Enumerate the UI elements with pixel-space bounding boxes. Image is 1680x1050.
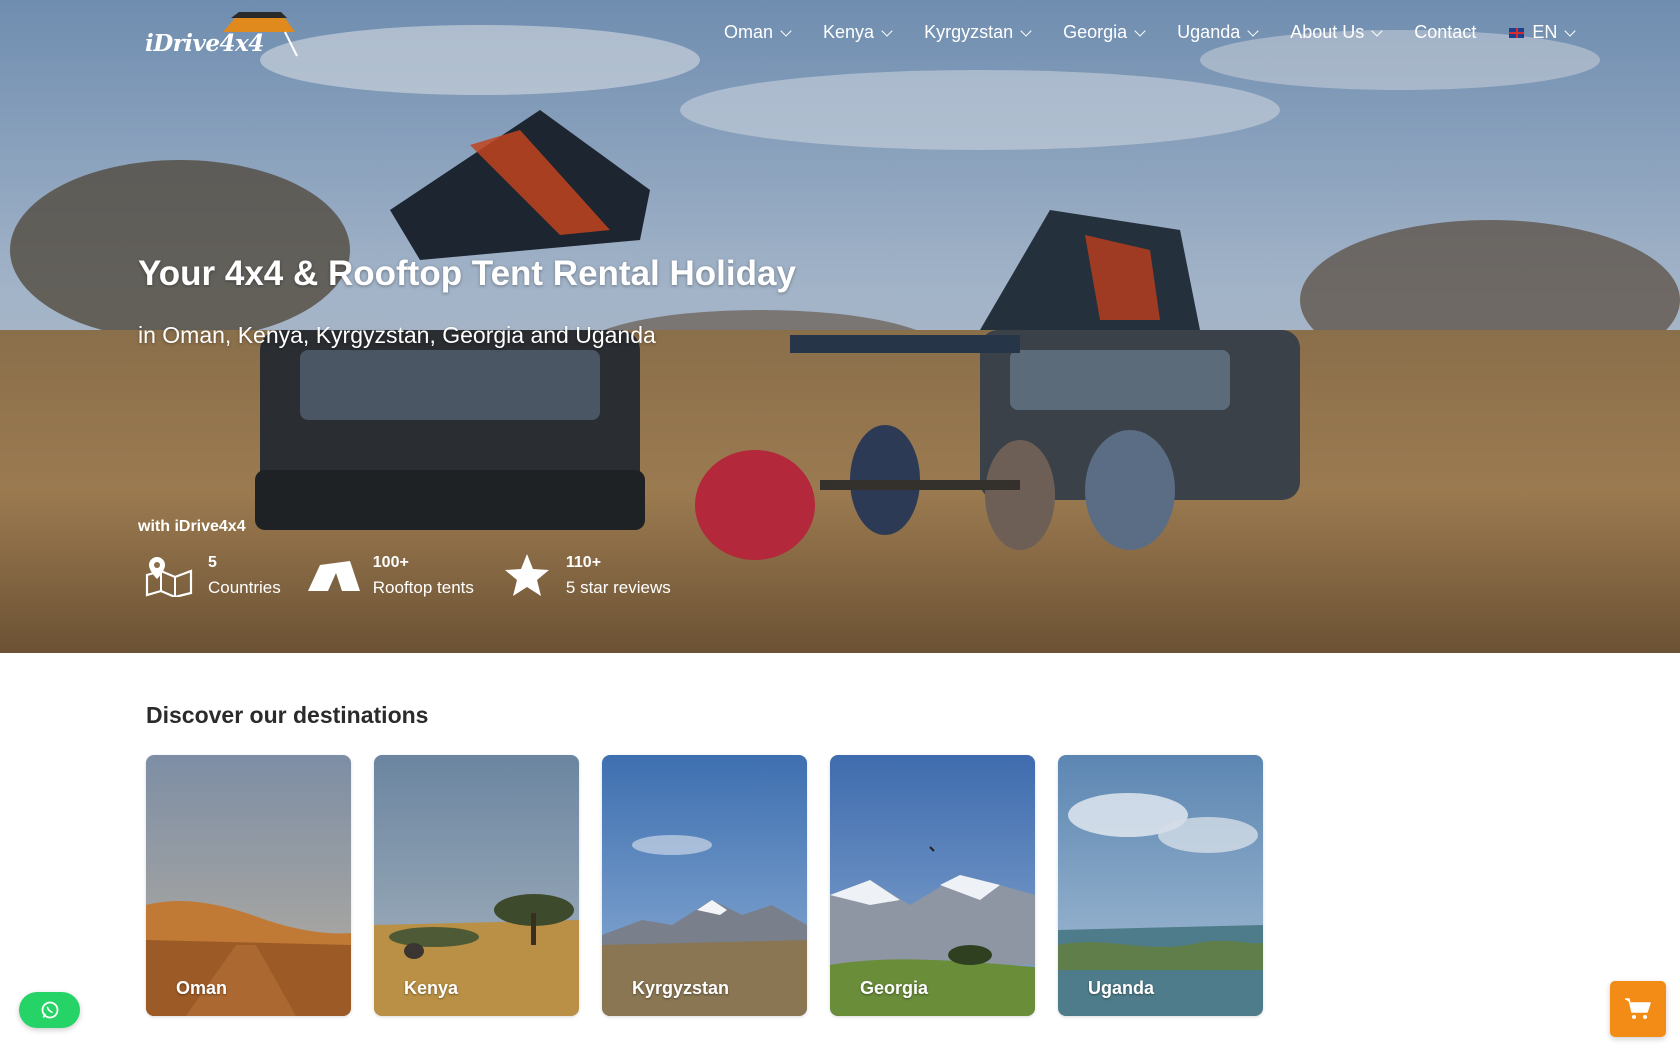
star-icon <box>496 551 558 599</box>
main-menu: Oman Kenya Kyrgyzstan Georgia Uganda Abo… <box>724 22 1607 43</box>
nav-item-kenya[interactable]: Kenya <box>823 22 893 43</box>
destination-card-kenya[interactable]: Kenya <box>374 755 579 1016</box>
cart-icon <box>1625 998 1651 1019</box>
hero-stats: 5 Countries 100+ Rooftop tents 110+ 5 st… <box>138 550 693 600</box>
with-brand-label: with iDrive4x4 <box>138 518 246 535</box>
stat-number: 100+ <box>372 554 409 571</box>
destination-label: Kenya <box>404 978 459 998</box>
chevron-down-icon <box>780 24 792 37</box>
destination-card-georgia[interactable]: Georgia <box>830 755 1035 1016</box>
nav-item-georgia[interactable]: Georgia <box>1063 22 1146 43</box>
destination-image-kenya <box>374 755 579 1016</box>
stat-label: Countries <box>208 578 281 597</box>
nav-item-kyrgyzstan[interactable]: Kyrgyzstan <box>924 22 1032 43</box>
stat-reviews: 110+ 5 star reviews <box>496 550 671 600</box>
destination-label: Oman <box>176 978 228 998</box>
chevron-down-icon <box>1371 24 1383 37</box>
destination-label: Georgia <box>860 978 929 998</box>
stat-number: 110+ <box>565 554 602 571</box>
nav-item-label: Georgia <box>1063 22 1128 42</box>
destination-cards: Oman Kenya Kyrgyzstan Georgia Uganda <box>146 755 1286 1016</box>
hero-title: Your 4x4 & Rooftop Tent Rental Holiday <box>138 254 796 293</box>
tent-icon <box>303 551 365 599</box>
destination-label: Uganda <box>1088 978 1155 998</box>
nav-item-label: Oman <box>724 22 774 42</box>
nav-item-label: Uganda <box>1177 22 1241 42</box>
nav-item-about-us[interactable]: About Us <box>1290 22 1383 43</box>
chevron-down-icon <box>1564 24 1577 37</box>
chevron-down-icon <box>1247 24 1259 37</box>
map-pin-icon <box>138 551 200 599</box>
destination-image-uganda <box>1058 755 1263 1016</box>
hero-subtitle: in Oman, Kenya, Kyrgyzstan, Georgia and … <box>138 322 656 348</box>
chevron-down-icon <box>1020 24 1032 37</box>
uk-flag-icon <box>1509 27 1525 38</box>
whatsapp-icon <box>41 1001 58 1019</box>
nav-item-oman[interactable]: Oman <box>724 22 792 43</box>
top-navigation: iDrive4x4 Oman Kenya Kyrgyzstan Georgia … <box>0 0 1680 68</box>
nav-item-label: Kyrgyzstan <box>924 22 1014 42</box>
stat-label: Rooftop tents <box>372 578 474 597</box>
site-logo[interactable]: iDrive4x4 <box>145 12 300 58</box>
stat-countries: 5 Countries <box>138 550 281 600</box>
nav-item-contact[interactable]: Contact <box>1414 22 1476 43</box>
destinations-title: Discover our destinations <box>146 702 429 728</box>
chevron-down-icon <box>881 24 893 37</box>
nav-item-label: About Us <box>1290 22 1365 42</box>
destination-card-oman[interactable]: Oman <box>146 755 351 1016</box>
logo-text: iDrive4x4 <box>145 30 264 57</box>
nav-item-uganda[interactable]: Uganda <box>1177 22 1259 43</box>
destination-card-uganda[interactable]: Uganda <box>1058 755 1263 1016</box>
stat-number: 5 <box>208 554 217 571</box>
stat-tents: 100+ Rooftop tents <box>303 550 474 600</box>
stat-label: 5 star reviews <box>565 578 671 597</box>
destination-card-kyrgyzstan[interactable]: Kyrgyzstan <box>602 755 807 1016</box>
language-label: EN <box>1532 22 1558 42</box>
language-selector[interactable]: EN <box>1509 22 1577 43</box>
nav-item-label: Kenya <box>823 22 875 42</box>
destination-label: Kyrgyzstan <box>632 978 730 998</box>
whatsapp-button[interactable] <box>19 992 80 1028</box>
cart-button[interactable] <box>1610 981 1666 1037</box>
destination-image-georgia <box>830 755 1035 1016</box>
nav-item-label: Contact <box>1414 22 1477 42</box>
destination-image-oman <box>146 755 351 1016</box>
destination-image-kyrgyzstan <box>602 755 807 1016</box>
chevron-down-icon <box>1134 24 1146 37</box>
hero-banner: iDrive4x4 Oman Kenya Kyrgyzstan Georgia … <box>0 0 1680 653</box>
